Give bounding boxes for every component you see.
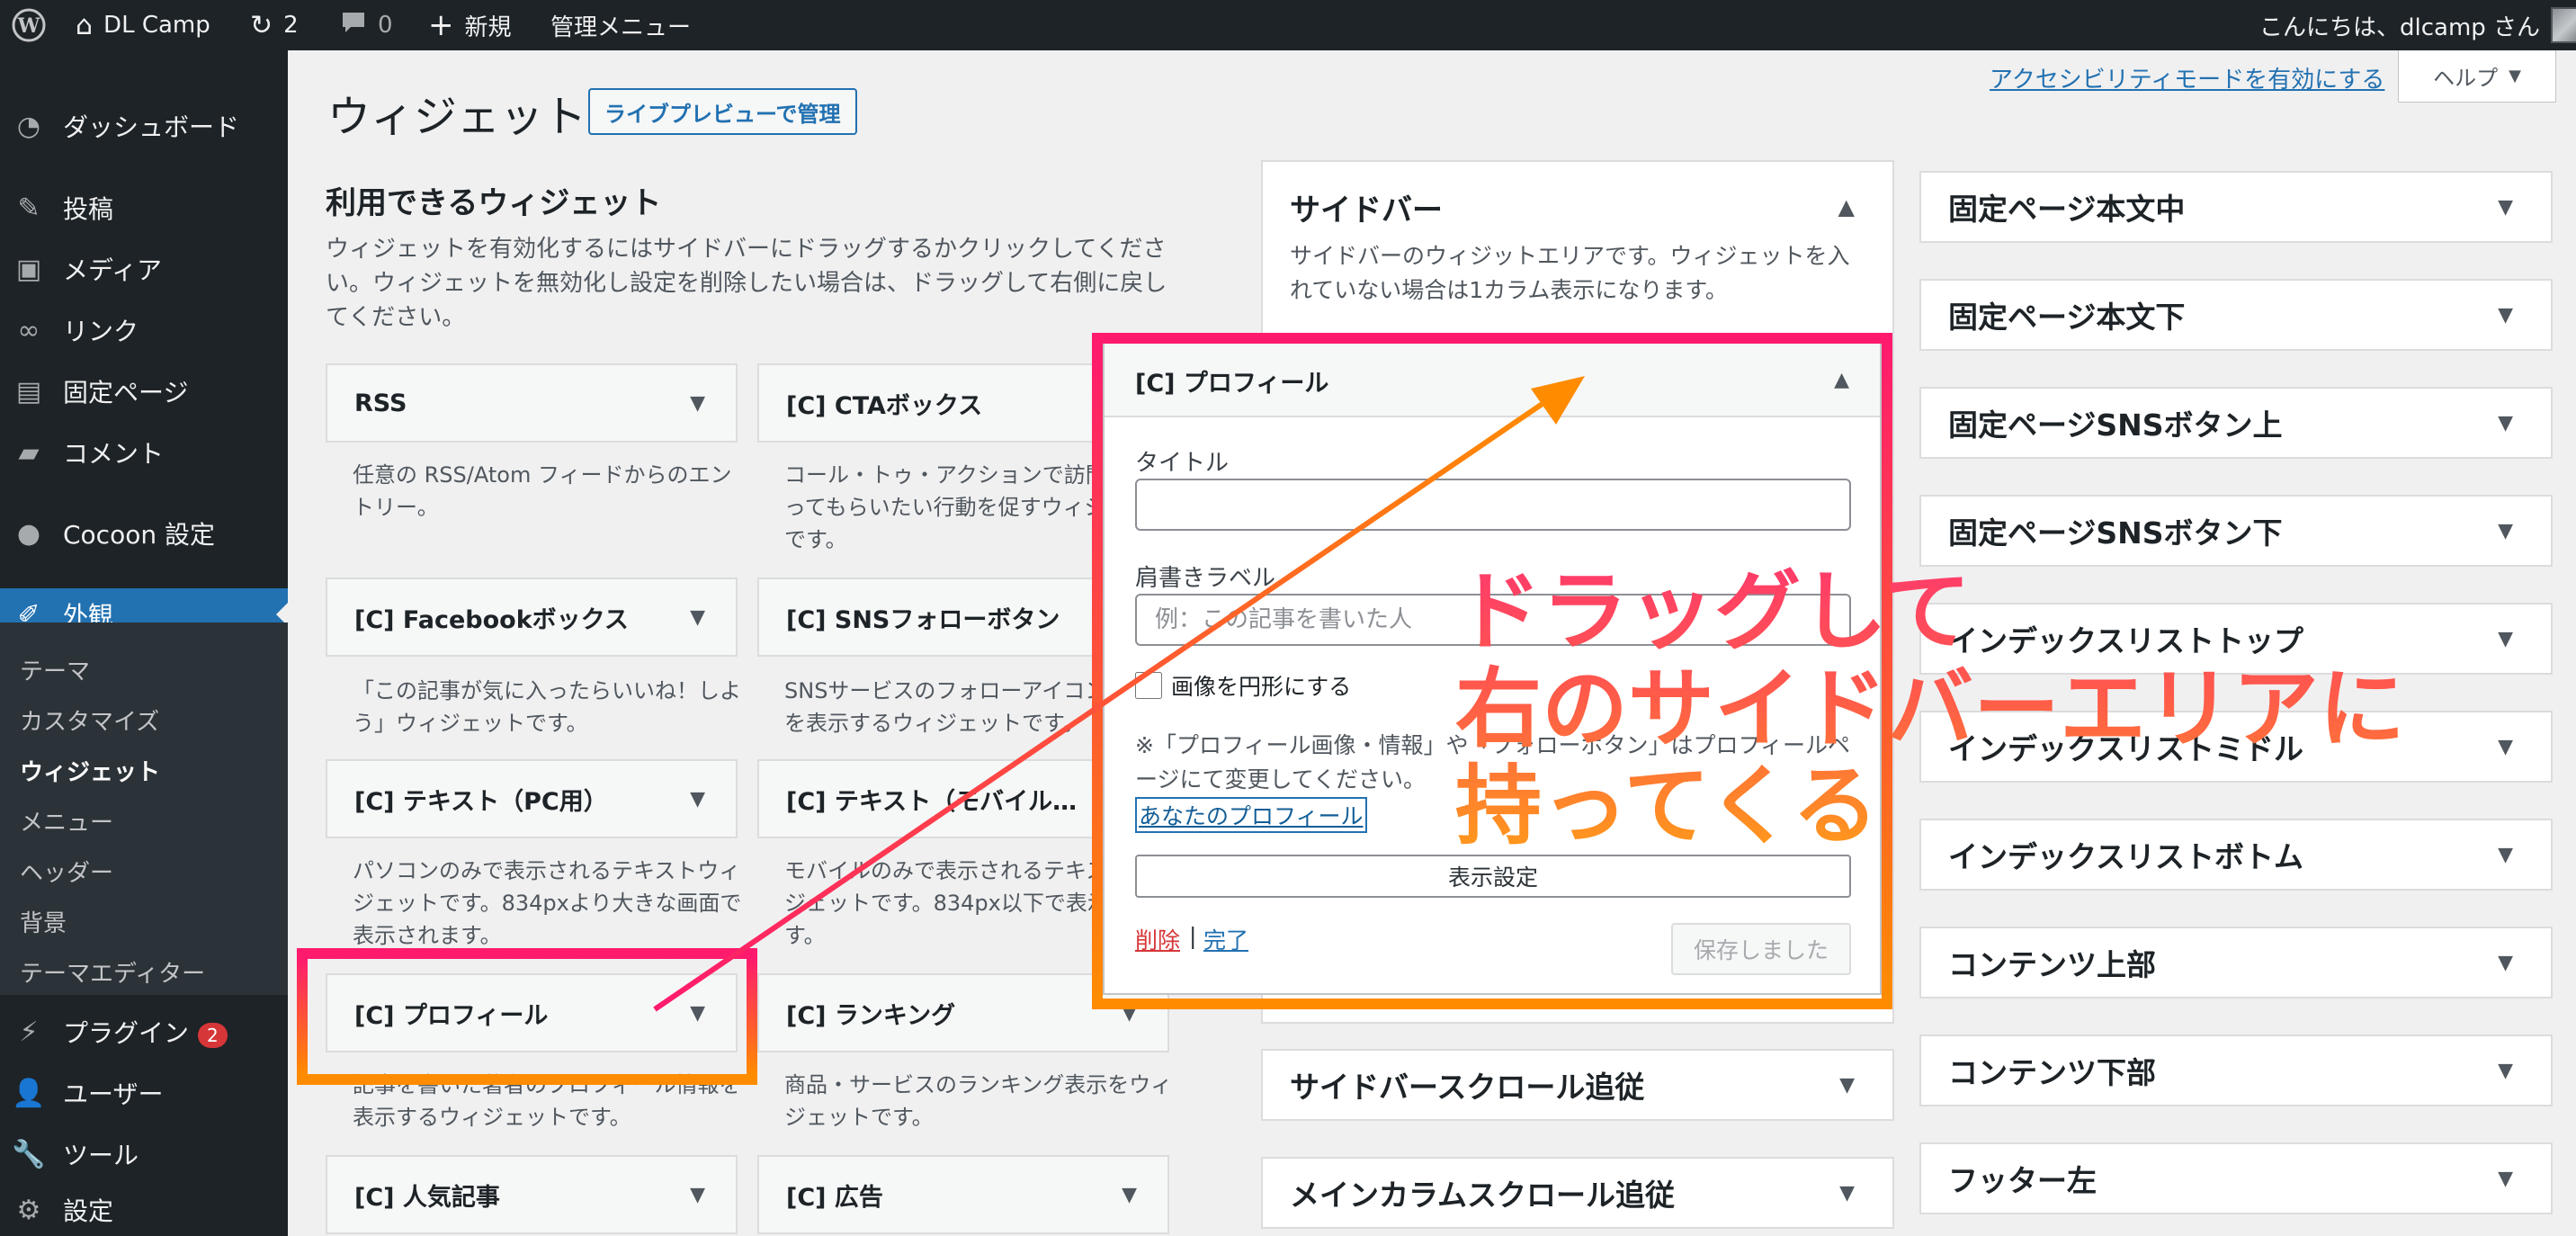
drag-arrow-icon (653, 376, 1585, 1012)
